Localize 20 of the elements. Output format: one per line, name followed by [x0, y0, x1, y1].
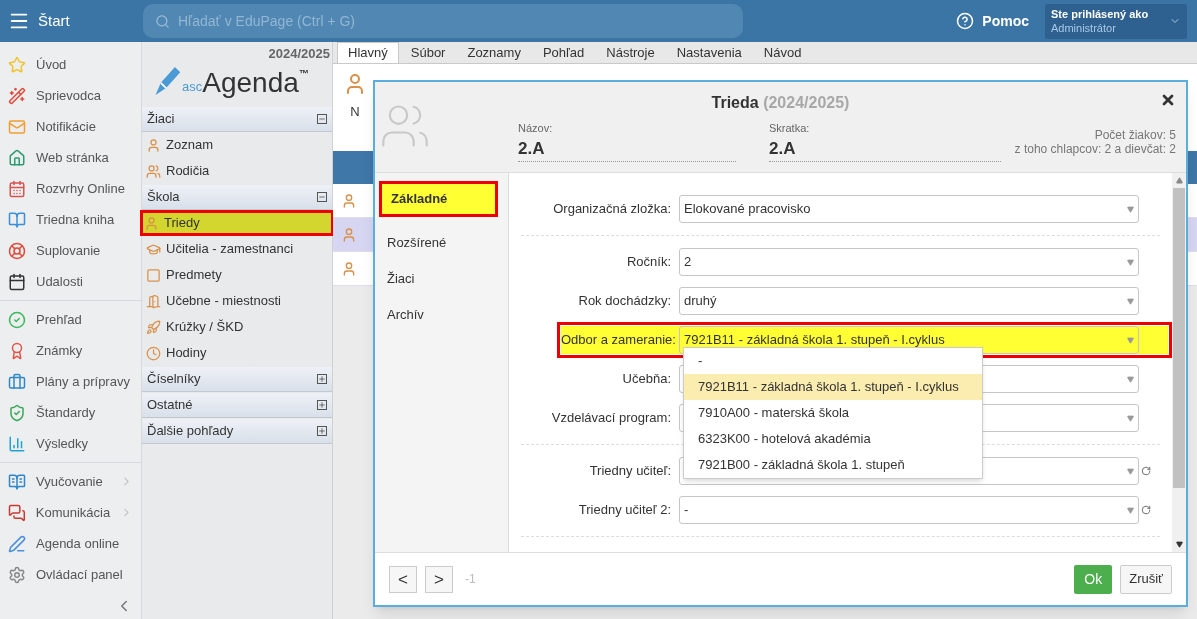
login-caption: Ste prihlásený ako — [1051, 7, 1150, 21]
school-year: 2024/2025 — [268, 45, 330, 63]
record-position: -1 — [465, 571, 476, 588]
form-label: Triedny učiteľ: — [588, 462, 672, 481]
user-name: Administrátor — [1051, 21, 1117, 35]
field-label: Skratka: — [769, 121, 811, 136]
class-abbreviation: 2.A — [769, 137, 797, 160]
app-logo: ascAgenda™ — [152, 64, 309, 98]
class-name: 2.A — [518, 137, 546, 160]
student-count-detail: z toho chlapcov: 2 a dievčat: 2 — [1014, 142, 1176, 156]
form-label: Odbor a zameranie: — [561, 331, 677, 350]
form-label: Rok dochádzky: — [577, 292, 672, 311]
form-label: Triedny učiteľ 2: — [577, 501, 672, 520]
form-label: Organizačná zložka: — [552, 200, 672, 219]
form-label: Ročník: — [625, 253, 672, 272]
field-label: Názov: — [518, 121, 554, 136]
dialog-title: Trieda (2024/2025) — [710, 93, 851, 113]
student-count: Počet žiakov: 5 — [1094, 128, 1176, 142]
form-label: Vzdelávací program: — [550, 409, 672, 428]
form-label: Učebňa: — [621, 370, 672, 389]
